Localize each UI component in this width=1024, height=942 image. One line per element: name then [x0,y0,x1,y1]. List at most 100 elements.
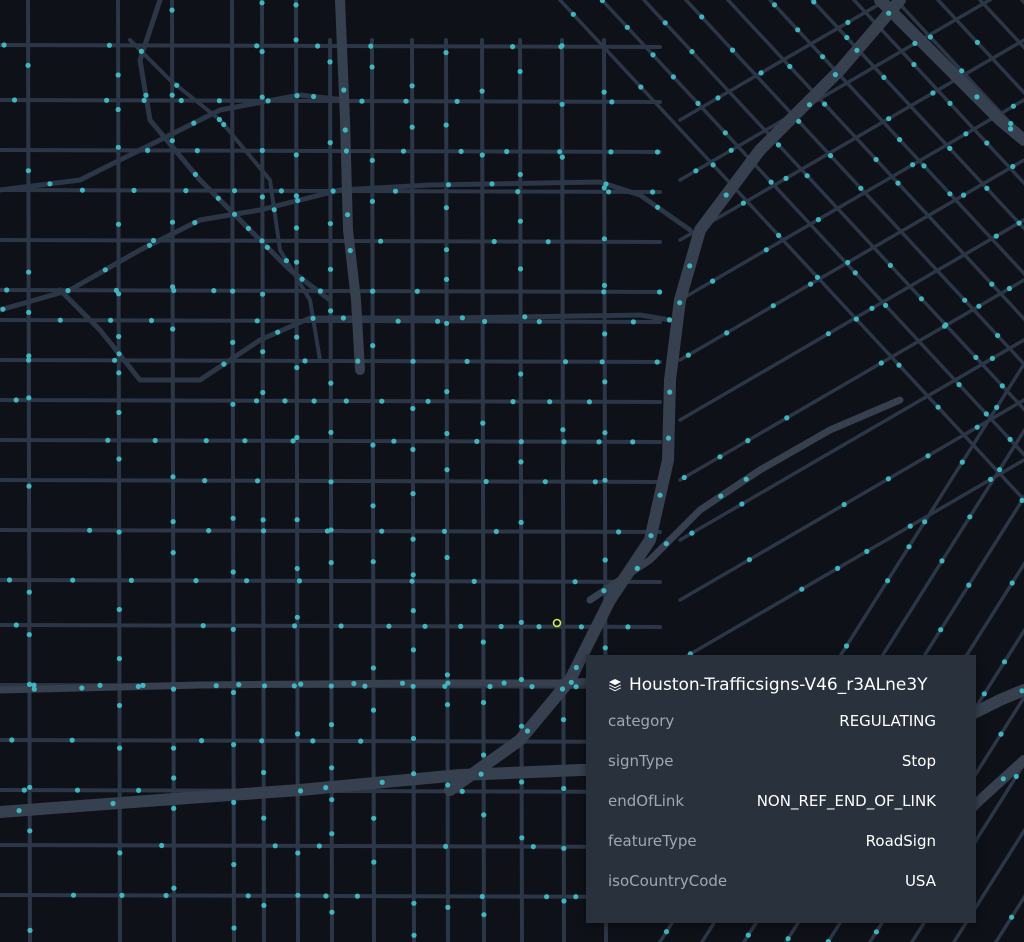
traffic-sign-point[interactable] [261,683,268,689]
traffic-sign-point[interactable] [271,207,277,213]
traffic-sign-point[interactable] [411,771,417,777]
traffic-sign-point[interactable] [961,192,967,198]
traffic-sign-point[interactable] [509,44,516,50]
traffic-sign-point[interactable] [116,456,122,462]
traffic-sign-point[interactable] [260,349,266,355]
traffic-sign-point[interactable] [444,702,451,708]
traffic-sign-point[interactable] [783,175,789,181]
traffic-sign-point[interactable] [518,439,524,445]
traffic-sign-point[interactable] [317,288,323,294]
traffic-sign-point[interactable] [26,632,32,638]
traffic-sign-point[interactable] [935,404,941,410]
traffic-sign-point[interactable] [602,379,608,385]
traffic-sign-point[interactable] [192,171,198,177]
traffic-sign-point[interactable] [795,27,801,33]
traffic-sign-point[interactable] [136,787,142,794]
traffic-sign-point[interactable] [459,315,465,321]
traffic-sign-point[interactable] [745,438,751,444]
traffic-sign-point[interactable] [480,639,486,645]
traffic-sign-point[interactable] [244,578,250,584]
traffic-sign-point[interactable] [864,548,870,555]
traffic-sign-point[interactable] [392,188,399,194]
traffic-sign-point[interactable] [141,97,147,103]
traffic-sign-point[interactable] [445,182,451,188]
traffic-sign-point[interactable] [260,389,266,396]
traffic-sign-point[interactable] [163,892,169,899]
traffic-sign-point[interactable] [410,683,416,689]
traffic-sign-point[interactable] [544,894,550,900]
traffic-sign-point[interactable] [770,303,776,309]
traffic-sign-point[interactable] [343,148,349,154]
traffic-sign-point[interactable] [295,892,301,898]
traffic-sign-point[interactable] [57,317,63,323]
traffic-sign-point[interactable] [444,320,450,326]
traffic-sign-point[interactable] [746,557,753,563]
traffic-sign-point[interactable] [264,244,270,250]
traffic-sign-point[interactable] [65,288,71,294]
traffic-sign-point[interactable] [999,383,1005,389]
traffic-sign-point[interactable] [885,578,891,584]
traffic-sign-point[interactable] [518,676,525,683]
traffic-sign-point[interactable] [282,398,288,404]
traffic-sign-point[interactable] [517,171,523,178]
traffic-sign-point[interactable] [717,454,723,460]
traffic-sign-point[interactable] [479,88,485,94]
traffic-sign-point[interactable] [74,787,81,793]
traffic-sign-point[interactable] [327,59,333,65]
traffic-sign-point[interactable] [259,0,265,6]
traffic-sign-point[interactable] [947,100,953,106]
traffic-sign-point[interactable] [602,477,608,483]
traffic-sign-point[interactable] [517,218,524,224]
traffic-sign-point[interactable] [4,287,10,293]
traffic-sign-point[interactable] [895,180,901,186]
traffic-sign-point[interactable] [458,148,464,154]
traffic-sign-point[interactable] [221,361,227,367]
traffic-sign-point[interactable] [362,683,368,689]
traffic-sign-point[interactable] [458,623,464,630]
traffic-sign-point[interactable] [399,680,406,686]
traffic-sign-point[interactable] [601,588,607,594]
traffic-sign-point[interactable] [601,282,608,288]
traffic-sign-point[interactable] [283,258,289,264]
traffic-sign-point[interactable] [410,491,416,497]
traffic-sign-point[interactable] [116,606,122,613]
traffic-sign-point[interactable] [254,478,261,484]
traffic-sign-point[interactable] [230,515,236,521]
traffic-sign-point[interactable] [758,70,764,76]
traffic-sign-point[interactable] [981,691,987,697]
traffic-sign-point[interactable] [689,530,695,536]
traffic-sign-point[interactable] [169,7,175,13]
traffic-sign-point[interactable] [443,247,450,253]
traffic-sign-point[interactable] [739,501,745,507]
traffic-sign-point[interactable] [573,684,579,690]
traffic-sign-point[interactable] [295,850,301,856]
traffic-sign-point[interactable] [410,358,416,364]
traffic-sign-point[interactable] [25,62,31,68]
traffic-sign-point[interactable] [116,702,123,709]
traffic-sign-point[interactable] [715,95,721,101]
traffic-sign-point[interactable] [1,42,7,48]
traffic-sign-point[interactable] [370,503,376,509]
traffic-sign-point[interactable] [481,812,487,818]
traffic-sign-point[interactable] [559,101,565,107]
traffic-sign-point[interactable] [260,528,267,534]
traffic-sign-point[interactable] [299,276,305,282]
traffic-sign-point[interactable] [117,850,123,856]
traffic-sign-point[interactable] [947,191,953,197]
traffic-sign-point[interactable] [699,14,705,20]
traffic-sign-point[interactable] [231,211,238,217]
traffic-sign-point[interactable] [459,788,465,795]
traffic-sign-point[interactable] [369,64,375,70]
traffic-sign-point[interactable] [152,437,158,444]
traffic-sign-point[interactable] [230,689,237,696]
traffic-sign-point[interactable] [327,221,333,227]
traffic-sign-point[interactable] [115,221,122,227]
traffic-sign-point[interactable] [116,370,122,376]
traffic-sign-point[interactable] [480,420,486,426]
traffic-sign-point[interactable] [608,149,614,155]
traffic-sign-point[interactable] [379,779,385,785]
traffic-sign-point[interactable] [963,131,969,137]
traffic-sign-point[interactable] [479,152,485,158]
traffic-sign-point[interactable] [128,577,134,584]
traffic-sign-point[interactable] [710,162,716,168]
